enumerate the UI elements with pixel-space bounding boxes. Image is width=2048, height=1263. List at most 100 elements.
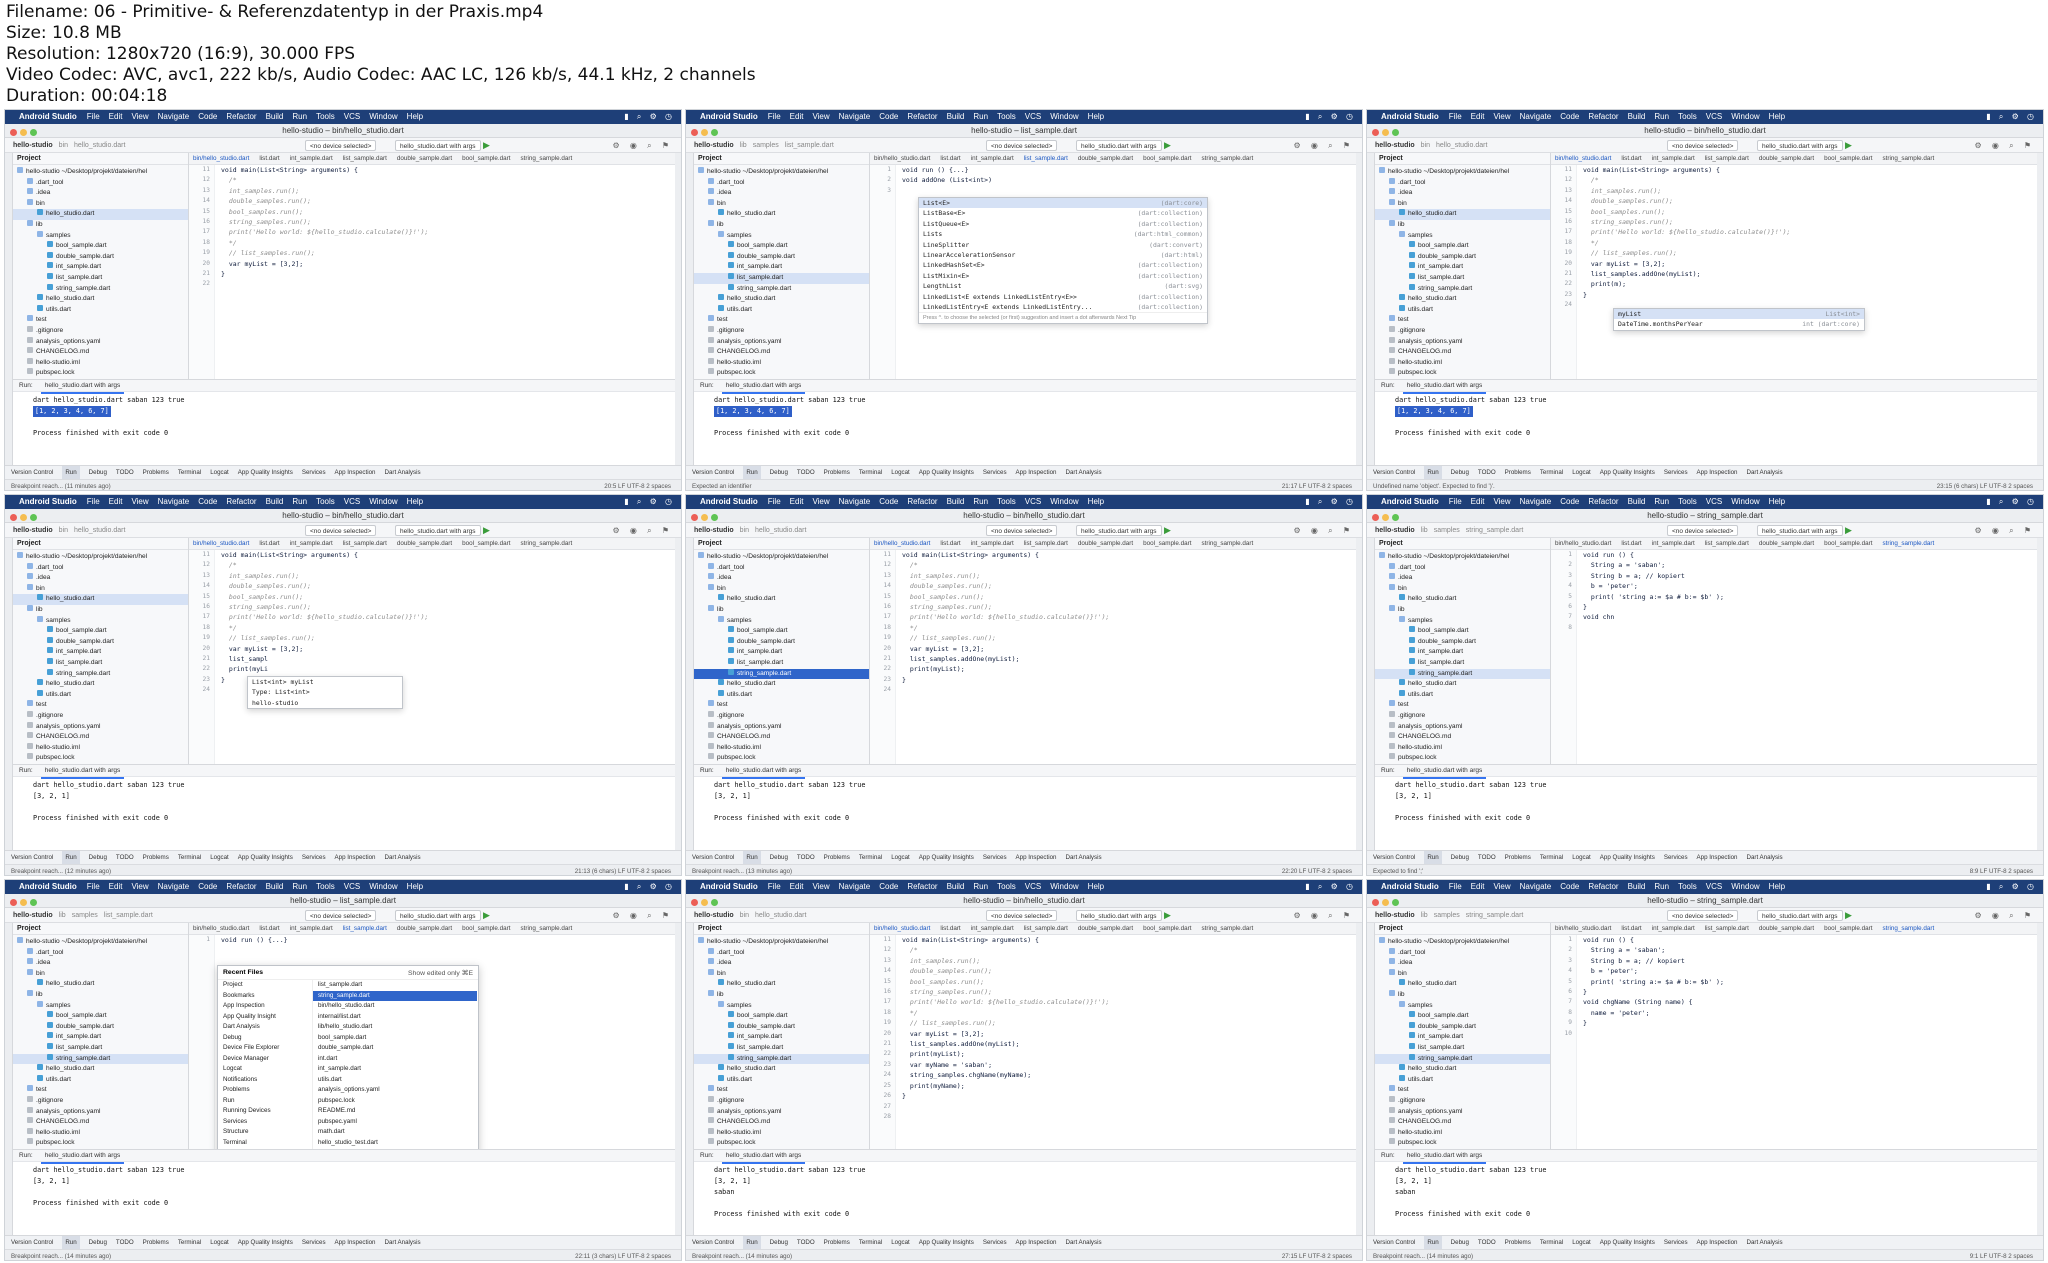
toolbar-icons[interactable]: ⚙ ◉ ⌕ ⚑ <box>1975 138 2035 153</box>
editor-tab[interactable]: int_sample.dart <box>1652 153 1695 164</box>
run-tab[interactable]: hello_studio.dart with args <box>721 1150 806 1164</box>
tool-tab[interactable]: TODO <box>116 466 134 479</box>
tool-tab[interactable]: Logcat <box>210 851 229 864</box>
tool-tab[interactable]: Debug <box>770 466 788 479</box>
console-output[interactable]: saban <box>1395 1187 1415 1198</box>
console-output[interactable]: [1, 2, 3, 4, 6, 7] <box>714 406 792 417</box>
tool-tab[interactable]: Debug <box>1451 851 1469 864</box>
tree-item[interactable]: analysis_options.yaml <box>1375 1106 1550 1118</box>
menu-item-code[interactable]: Code <box>879 497 898 506</box>
popup-item[interactable]: (dart:collection) ListMixin<E> <box>919 271 1207 281</box>
editor-tab[interactable]: int_sample.dart <box>971 153 1014 164</box>
code-line[interactable]: */ <box>221 623 671 633</box>
code-line[interactable]: string_samples.run(); <box>902 602 1352 612</box>
tool-tab[interactable]: App Quality Insights <box>919 851 974 864</box>
cursor-position[interactable]: 22:20 LF UTF-8 2 spaces <box>1282 865 1352 875</box>
code-line[interactable]: /* <box>221 175 671 185</box>
cursor-position[interactable]: 22:11 (3 chars) LF UTF-8 2 spaces <box>575 1250 671 1260</box>
code-line[interactable]: print( 'string a:= $a # b:= $b' ); <box>1583 977 2033 987</box>
menu-item-code[interactable]: Code <box>1560 497 1579 506</box>
tree-item[interactable]: .gitignore <box>1375 710 1550 722</box>
tree-item[interactable]: lib <box>694 604 869 616</box>
recent-file-item[interactable]: hello_studio_test.dart <box>313 1138 477 1149</box>
breadcrumb-3[interactable]: hello_studio.dart <box>1436 142 1487 149</box>
code-line[interactable]: b = 'peter'; <box>1583 966 2033 976</box>
project-pane-header[interactable]: Project <box>694 923 869 935</box>
tool-tab[interactable]: Terminal <box>859 466 882 479</box>
tool-tab[interactable]: Logcat <box>891 1236 910 1249</box>
zoom-window-icon[interactable] <box>711 129 718 136</box>
menu-item-build[interactable]: Build <box>1628 112 1646 121</box>
editor-tab[interactable]: list.dart <box>940 538 960 549</box>
tree-item[interactable]: bool_sample.dart <box>694 241 869 252</box>
tool-tab[interactable]: App Quality Insights <box>1600 1236 1655 1249</box>
tree-item[interactable]: .dart_tool <box>13 562 188 574</box>
tool-tab[interactable]: Debug <box>1451 1236 1469 1249</box>
tree-item[interactable]: utils.dart <box>1375 689 1550 701</box>
menu-item-edit[interactable]: Edit <box>1471 882 1485 891</box>
breadcrumb-2[interactable]: lib <box>740 142 747 149</box>
tool-tab[interactable]: Services <box>983 851 1007 864</box>
tree-item[interactable]: lib <box>694 989 869 1001</box>
tree-item[interactable]: double_sample.dart <box>694 1021 869 1033</box>
editor-tab[interactable]: bin/hello_studio.dart <box>874 923 930 934</box>
code-line[interactable]: void run () {...} <box>902 165 1352 175</box>
tree-item[interactable]: samples <box>1375 1000 1550 1012</box>
editor-tab[interactable]: double_sample.dart <box>1759 923 1814 934</box>
code-content[interactable]: void main(List<String> arguments) { /* i… <box>221 550 671 685</box>
code-content[interactable]: void main(List<String> arguments) { /* i… <box>1583 165 2033 300</box>
menu-item-view[interactable]: View <box>131 882 148 891</box>
breadcrumb-3[interactable]: samples <box>1434 527 1460 534</box>
tool-tab[interactable]: App Inspection <box>1016 1236 1057 1249</box>
tree-item[interactable]: utils.dart <box>13 689 188 701</box>
cursor-position[interactable]: 21:17 LF UTF-8 2 spaces <box>1282 480 1352 490</box>
tool-tab[interactable]: Run <box>62 851 80 864</box>
tool-tab[interactable]: App Inspection <box>1016 851 1057 864</box>
tree-item[interactable]: hello_studio.dart <box>694 294 869 305</box>
status-message[interactable]: Breakpoint reach... (11 minutes ago) <box>11 483 111 490</box>
console-output[interactable]: [3, 2, 1] <box>1395 1176 1432 1187</box>
menu-item-help[interactable]: Help <box>1769 112 1785 121</box>
code-line[interactable]: String a = 'saban'; <box>1583 560 2033 570</box>
minimize-window-icon[interactable] <box>701 899 708 906</box>
tree-item[interactable]: bool_sample.dart <box>1375 626 1550 637</box>
tool-tab[interactable]: App Quality Insights <box>919 466 974 479</box>
popup-item[interactable]: (dart:svg) LengthList <box>919 281 1207 291</box>
code-line[interactable]: String a = 'saban'; <box>1583 945 2033 955</box>
tree-item[interactable]: string_sample.dart <box>694 1053 869 1065</box>
code-line[interactable]: double_samples.run(); <box>902 581 1352 591</box>
tree-item[interactable]: int_sample.dart <box>1375 262 1550 273</box>
breadcrumb-3[interactable]: samples <box>753 142 779 149</box>
tree-item[interactable]: bin <box>1375 583 1550 595</box>
tree-item[interactable]: .dart_tool <box>13 947 188 959</box>
minimize-window-icon[interactable] <box>20 899 27 906</box>
tree-item[interactable]: .gitignore <box>13 325 188 337</box>
toolbar-icons[interactable]: ⚙ ◉ ⌕ ⚑ <box>1975 908 2035 923</box>
code-content[interactable]: void main(List<String> arguments) { /* i… <box>902 935 1352 1102</box>
tree-item[interactable]: analysis_options.yaml <box>1375 721 1550 733</box>
status-message[interactable]: Undefined name 'object'. Expected to fin… <box>1373 483 1495 490</box>
code-line[interactable]: print('Hello world: ${hello_studio.calcu… <box>902 612 1352 622</box>
tool-window-item[interactable]: Debug <box>218 1033 310 1044</box>
editor-tab[interactable]: bin/hello_studio.dart <box>193 153 249 164</box>
menu-item-navigate[interactable]: Navigate <box>839 112 871 121</box>
tool-tab[interactable]: Logcat <box>1572 1236 1591 1249</box>
menu-item-file[interactable]: File <box>1449 112 1462 121</box>
code-line[interactable]: } <box>1583 290 2033 300</box>
menu-item-tools[interactable]: Tools <box>997 882 1016 891</box>
editor-tab[interactable]: bin/hello_studio.dart <box>1555 923 1611 934</box>
cursor-position[interactable]: 9:1 LF UTF-8 2 spaces <box>1970 1250 2033 1260</box>
status-message[interactable]: Breakpoint reach... (14 minutes ago) <box>11 1253 111 1260</box>
tree-item[interactable]: pubspec.lock <box>694 1138 869 1149</box>
zoom-window-icon[interactable] <box>1392 129 1399 136</box>
menu-item-refactor[interactable]: Refactor <box>907 112 937 121</box>
tree-item[interactable]: .gitignore <box>694 1095 869 1107</box>
menu-item-edit[interactable]: Edit <box>1471 112 1485 121</box>
menu-item-navigate[interactable]: Navigate <box>158 882 190 891</box>
menu-item-tools[interactable]: Tools <box>1678 497 1697 506</box>
tree-item[interactable]: hello-studio.iml <box>694 1127 869 1139</box>
toolbar-icons[interactable]: ⚙ ◉ ⌕ ⚑ <box>613 523 673 538</box>
tool-tab[interactable]: Terminal <box>178 851 201 864</box>
tree-item[interactable]: bin <box>13 198 188 210</box>
code-line[interactable]: void main(List<String> arguments) { <box>221 165 671 175</box>
